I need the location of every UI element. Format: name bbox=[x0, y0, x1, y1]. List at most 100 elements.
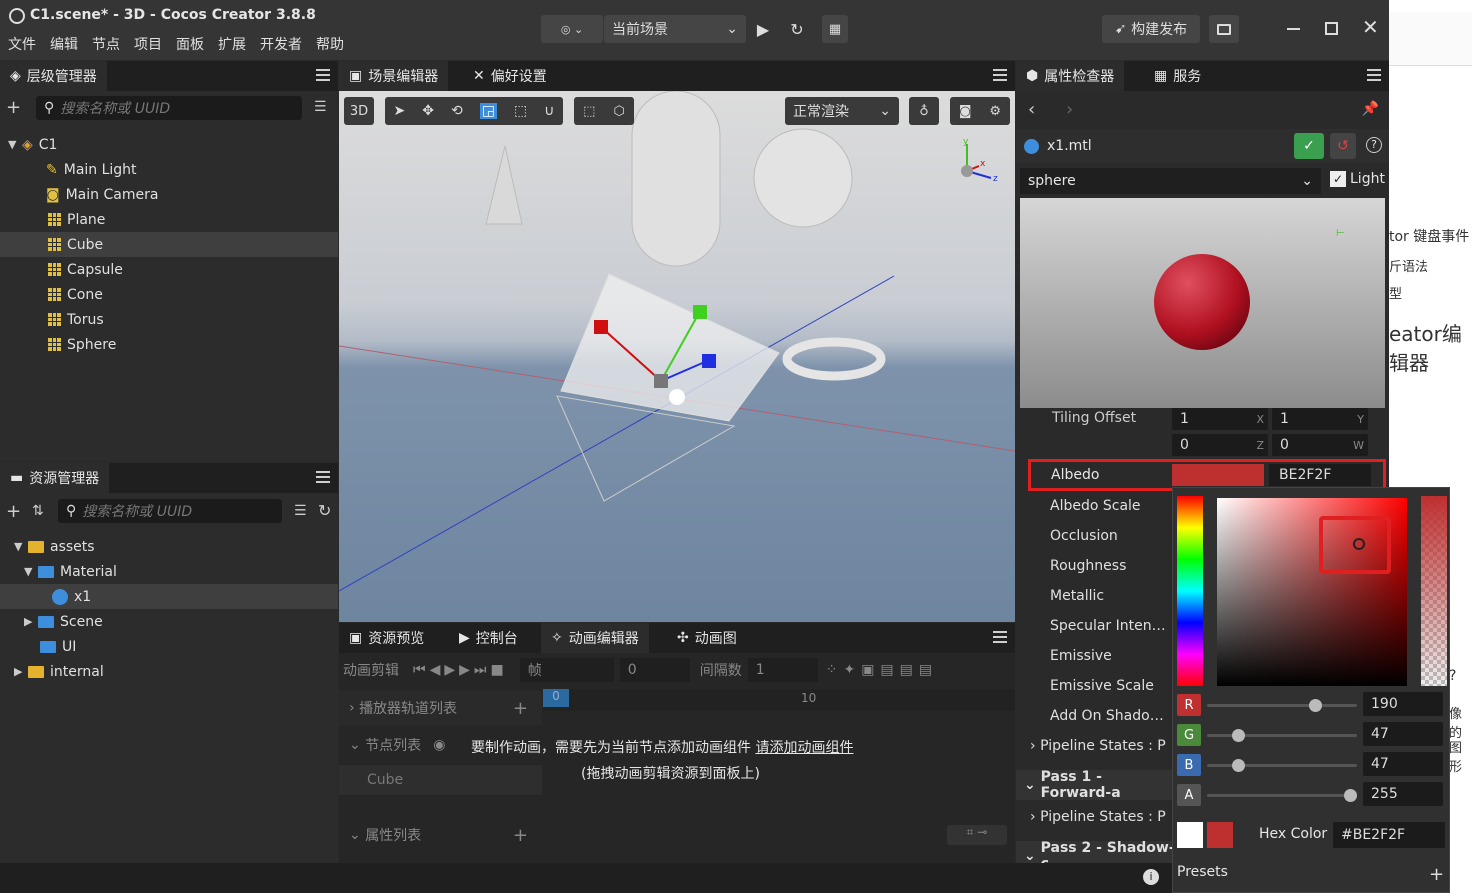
pin-icon[interactable]: 📌 bbox=[1362, 101, 1379, 117]
tab-scene-editor[interactable]: ▣ 场景编辑器 bbox=[339, 61, 449, 91]
assets-menu-icon[interactable] bbox=[316, 471, 330, 483]
asset-item-material[interactable]: ▼ Material bbox=[0, 559, 338, 584]
tree-item-capsule[interactable]: Capsule bbox=[0, 257, 338, 282]
add-asset-button[interactable]: + bbox=[6, 501, 21, 522]
tab-animation-editor[interactable]: ✧ 动画编辑器 bbox=[541, 623, 649, 653]
tab-inspector[interactable]: ⬢ 属性检查器 bbox=[1016, 61, 1125, 91]
tree-item-sphere[interactable]: Sphere bbox=[0, 332, 338, 357]
timeline-ruler[interactable]: 0 10 bbox=[543, 689, 1015, 711]
eye-icon[interactable]: ◉ bbox=[433, 737, 445, 753]
channel-b-input[interactable]: 47 bbox=[1363, 752, 1443, 776]
prop-add-on-shadow[interactable]: Add On Shado… bbox=[1016, 701, 1176, 731]
tab-services[interactable]: ▦ 服务 bbox=[1144, 61, 1211, 91]
tab-console[interactable]: ▶ 控制台 bbox=[449, 623, 528, 653]
channel-g-input[interactable]: 47 bbox=[1363, 722, 1443, 746]
prop-specular[interactable]: Specular Inten… bbox=[1016, 611, 1176, 641]
build-button[interactable]: ➹ 构建发布 bbox=[1102, 15, 1200, 43]
pipeline-states-2[interactable]: › Pipeline States : P bbox=[1016, 802, 1176, 832]
channel-r-input[interactable]: 190 bbox=[1363, 692, 1443, 716]
slider-knob[interactable] bbox=[1309, 699, 1323, 712]
platform-select[interactable]: ◎ ⌄ bbox=[541, 15, 603, 43]
prop-metallic[interactable]: Metallic bbox=[1016, 581, 1176, 611]
animation-tool-icons[interactable]: ⁘✦▣▤▤▤ bbox=[826, 662, 938, 678]
menu-extension[interactable]: 扩展 bbox=[218, 34, 246, 54]
hierarchy-menu-icon[interactable] bbox=[316, 69, 330, 81]
old-color-swatch[interactable] bbox=[1177, 822, 1203, 848]
animation-menu-icon[interactable] bbox=[993, 631, 1007, 643]
info-icon[interactable]: i bbox=[1143, 869, 1159, 885]
tab-preferences[interactable]: ✕ 偏好设置 bbox=[463, 61, 557, 91]
channel-b-slider[interactable] bbox=[1207, 759, 1357, 772]
add-node-button[interactable]: + bbox=[6, 97, 21, 118]
prop-occlusion[interactable]: Occlusion bbox=[1016, 521, 1176, 551]
pass1-header[interactable]: ⌄ Pass 1 - Forward-a bbox=[1016, 769, 1176, 801]
menu-developer[interactable]: 开发者 bbox=[260, 34, 302, 54]
menu-edit[interactable]: 编辑 bbox=[50, 34, 78, 54]
back-icon[interactable]: ‹ bbox=[1028, 99, 1035, 120]
assets-search-input[interactable]: ⚲ 搜索名称或 UUID bbox=[58, 499, 282, 523]
cursor-icon[interactable]: ➤ bbox=[394, 103, 406, 119]
prop-roughness[interactable]: Roughness bbox=[1016, 551, 1176, 581]
alpha-bar[interactable] bbox=[1421, 496, 1447, 686]
minimize-button[interactable] bbox=[1287, 28, 1300, 30]
asset-item-scene[interactable]: ▶ Scene bbox=[0, 609, 338, 634]
lightbulb-button[interactable]: ♁ bbox=[909, 97, 939, 125]
refresh-button[interactable]: ↻ bbox=[784, 15, 810, 43]
add-preset-button[interactable]: + bbox=[1429, 864, 1444, 885]
sort-icon[interactable]: ☰ bbox=[314, 99, 327, 115]
add-icon[interactable]: + bbox=[513, 825, 528, 846]
channel-g-slider[interactable] bbox=[1207, 729, 1357, 742]
move-icon[interactable]: ✥ bbox=[422, 103, 434, 119]
add-animation-component-link[interactable]: 请添加动画组件 bbox=[755, 740, 853, 756]
tree-item-torus[interactable]: Torus bbox=[0, 307, 338, 332]
filter-icon[interactable]: ☰ bbox=[294, 503, 307, 519]
gear-icon[interactable]: ⚙ bbox=[989, 104, 1001, 119]
asset-item-internal[interactable]: ▶ internal bbox=[0, 659, 338, 684]
box-icon[interactable]: ⬡ bbox=[614, 104, 625, 119]
camera-icon[interactable]: ◙ bbox=[959, 104, 972, 119]
prop-emissive[interactable]: Emissive bbox=[1016, 641, 1176, 671]
material-preview[interactable]: ⊢ bbox=[1020, 198, 1385, 408]
sv-cursor[interactable] bbox=[1353, 538, 1365, 550]
interval-input[interactable]: 1 bbox=[747, 658, 818, 682]
tiling-y-input[interactable]: 1Y bbox=[1272, 408, 1368, 430]
refresh-icon[interactable]: ↻ bbox=[318, 501, 331, 520]
tab-assets[interactable]: ▬ 资源管理器 bbox=[0, 463, 110, 493]
sort-icon[interactable]: ⇅ bbox=[32, 503, 44, 519]
frame-icon[interactable]: ⬚ bbox=[583, 104, 595, 119]
tree-item-main-camera[interactable]: ◙ Main Camera bbox=[0, 182, 338, 207]
scene-menu-icon[interactable] bbox=[993, 69, 1007, 81]
apply-button[interactable]: ✓ bbox=[1294, 133, 1324, 159]
prop-list-section[interactable]: ⌄ 属性列表 + bbox=[339, 820, 542, 850]
asset-item-x1[interactable]: x1 bbox=[0, 584, 338, 609]
preview-mesh-select[interactable]: sphere ⌄ bbox=[1020, 168, 1321, 194]
tree-item-main-light[interactable]: ✎ Main Light bbox=[0, 157, 338, 182]
tree-root[interactable]: ▼ ◈ C1 bbox=[0, 132, 338, 157]
menu-project[interactable]: 项目 bbox=[134, 34, 162, 54]
prop-albedo-scale[interactable]: Albedo Scale bbox=[1016, 491, 1176, 521]
tiling-z-input[interactable]: 0Z bbox=[1172, 434, 1268, 456]
playhead[interactable]: 0 bbox=[543, 689, 569, 707]
albedo-color-swatch[interactable] bbox=[1172, 464, 1264, 486]
tree-item-cube[interactable]: Cube bbox=[0, 232, 338, 257]
hex-color-input[interactable]: #BE2F2F bbox=[1333, 822, 1445, 848]
menu-file[interactable]: 文件 bbox=[8, 34, 36, 54]
node-row[interactable]: Cube bbox=[339, 765, 542, 795]
play-button[interactable]: ▶ bbox=[750, 15, 776, 43]
help-icon[interactable]: ? bbox=[1366, 137, 1382, 153]
revert-button[interactable]: ↺ bbox=[1330, 133, 1356, 159]
magnet-icon[interactable]: ∪ bbox=[544, 103, 554, 119]
3d-toggle[interactable]: 3D bbox=[344, 97, 374, 125]
prop-emissive-scale[interactable]: Emissive Scale bbox=[1016, 671, 1176, 701]
asset-item-assets[interactable]: ▼ assets bbox=[0, 534, 338, 559]
rect-icon[interactable]: ⬚ bbox=[514, 103, 527, 119]
channel-r-slider[interactable] bbox=[1207, 699, 1357, 712]
render-mode-select[interactable]: 正常渲染 ⌄ bbox=[785, 97, 899, 125]
rotate-icon[interactable]: ⟲ bbox=[451, 103, 463, 119]
qrcode-button[interactable]: ▦ bbox=[822, 15, 848, 43]
channel-a-slider[interactable] bbox=[1207, 789, 1357, 802]
channel-a-input[interactable]: 255 bbox=[1363, 782, 1443, 806]
pipeline-states-1[interactable]: › Pipeline States : P bbox=[1016, 731, 1176, 761]
tab-hierarchy[interactable]: ◈ 层级管理器 bbox=[0, 61, 107, 91]
inspector-menu-icon[interactable] bbox=[1367, 69, 1381, 81]
